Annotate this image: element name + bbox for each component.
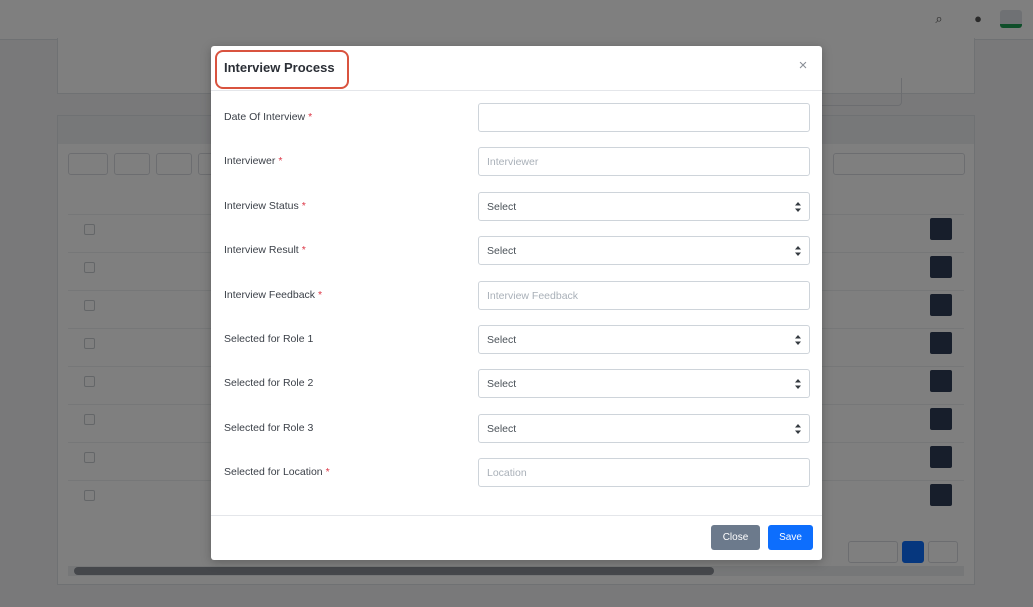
interview-status-label: Interview Status *	[224, 200, 306, 212]
selected-role-1-row: Selected for Role 1 Select	[211, 325, 822, 355]
modal-title: Interview Process	[224, 60, 335, 75]
interview-result-row: Interview Result * Select	[211, 236, 822, 266]
select-arrows-icon	[795, 202, 801, 212]
selected-role-3-label: Selected for Role 3	[224, 422, 314, 434]
date-of-interview-input[interactable]	[478, 103, 810, 132]
select-arrows-icon	[795, 424, 801, 434]
interview-result-select[interactable]: Select	[478, 236, 810, 265]
date-of-interview-row: Date Of Interview *	[211, 103, 822, 133]
close-button[interactable]: Close	[711, 525, 760, 550]
select-value: Select	[487, 201, 517, 213]
required-marker: *	[308, 111, 313, 123]
date-of-interview-label: Date Of Interview *	[224, 111, 313, 123]
selected-location-row: Selected for Location *	[211, 458, 822, 488]
interview-feedback-input[interactable]	[478, 281, 810, 310]
select-arrows-icon	[795, 335, 801, 345]
required-marker: *	[301, 200, 306, 212]
interviewer-input[interactable]	[478, 147, 810, 176]
selected-role-2-label: Selected for Role 2	[224, 377, 314, 389]
selected-location-label: Selected for Location *	[224, 466, 330, 478]
save-button[interactable]: Save	[768, 525, 813, 550]
select-value: Select	[487, 378, 517, 390]
interviewer-label: Interviewer *	[224, 155, 283, 167]
select-value: Select	[487, 334, 517, 346]
modal-header: Interview Process ×	[211, 46, 822, 91]
selected-role-1-label: Selected for Role 1	[224, 333, 314, 345]
interview-process-modal: Interview Process × Date Of Interview * I…	[211, 46, 822, 560]
select-value: Select	[487, 245, 517, 257]
required-marker: *	[278, 155, 283, 167]
interview-status-row: Interview Status * Select	[211, 192, 822, 222]
select-value: Select	[487, 423, 517, 435]
interview-result-label: Interview Result *	[224, 244, 306, 256]
select-arrows-icon	[795, 246, 801, 256]
interview-feedback-label: Interview Feedback *	[224, 289, 323, 301]
selected-role-3-select[interactable]: Select	[478, 414, 810, 443]
close-icon[interactable]: ×	[795, 58, 811, 74]
select-arrows-icon	[795, 379, 801, 389]
selected-role-3-row: Selected for Role 3 Select	[211, 414, 822, 444]
interviewer-row: Interviewer *	[211, 147, 822, 177]
location-input[interactable]	[478, 458, 810, 487]
selected-role-2-select[interactable]: Select	[478, 369, 810, 398]
interview-status-select[interactable]: Select	[478, 192, 810, 221]
interview-feedback-row: Interview Feedback *	[211, 281, 822, 311]
required-marker: *	[301, 244, 306, 256]
selected-role-2-row: Selected for Role 2 Select	[211, 369, 822, 399]
required-marker: *	[325, 466, 330, 478]
selected-role-1-select[interactable]: Select	[478, 325, 810, 354]
required-marker: *	[318, 289, 323, 301]
modal-footer: Close Save	[211, 515, 822, 560]
